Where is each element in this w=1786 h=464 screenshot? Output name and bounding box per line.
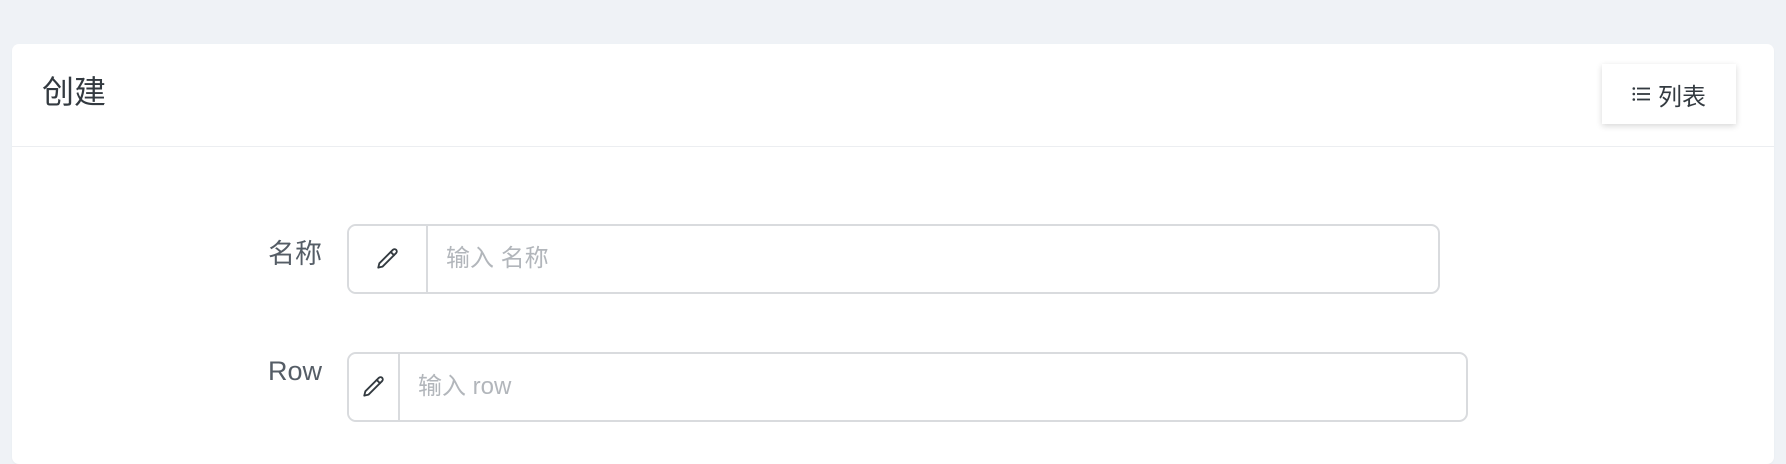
row-input[interactable] bbox=[400, 354, 1466, 420]
name-field-addon bbox=[349, 226, 428, 292]
pencil-icon bbox=[375, 246, 401, 272]
name-field-label: 名称 bbox=[268, 239, 322, 269]
pencil-icon bbox=[361, 374, 387, 400]
card-header: 创建 列表 bbox=[12, 44, 1774, 147]
name-input[interactable] bbox=[428, 226, 1438, 292]
name-input-group bbox=[347, 224, 1440, 294]
create-form-card: 创建 列表 名称 输入 名称 Row 输入 row bbox=[12, 44, 1774, 464]
row-field-label: Row bbox=[267, 356, 322, 386]
list-button[interactable]: 列表 bbox=[1602, 64, 1736, 124]
list-icon bbox=[1632, 86, 1650, 102]
page-title: 创建 bbox=[42, 74, 107, 110]
form-row-name: 名称 bbox=[12, 224, 1774, 296]
row-input-group bbox=[347, 352, 1468, 422]
form-row-row: Row bbox=[12, 352, 1774, 424]
row-field-addon bbox=[349, 354, 400, 420]
list-button-label: 列表 bbox=[1658, 83, 1706, 111]
